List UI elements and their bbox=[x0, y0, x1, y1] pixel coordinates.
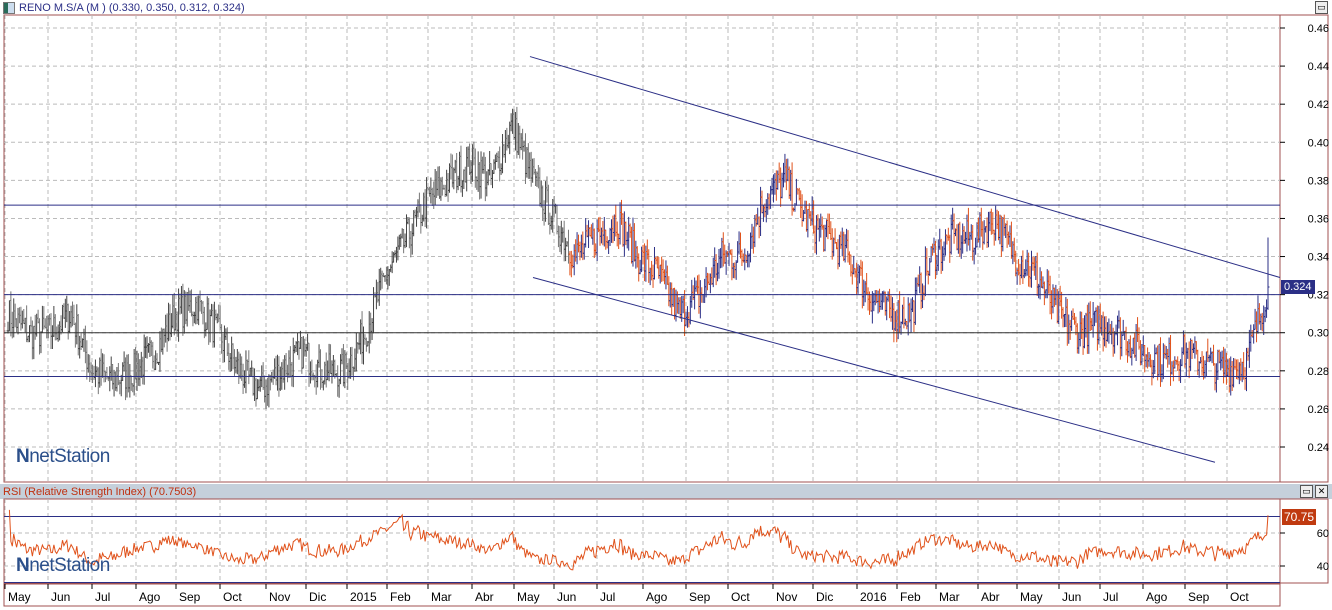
x-tick-label: Jun bbox=[1062, 590, 1081, 604]
x-tick-label: May bbox=[8, 590, 31, 604]
netstation-logo: NnetStation bbox=[16, 446, 110, 467]
x-tick-label: Dic bbox=[816, 590, 833, 604]
x-tick-label: May bbox=[1020, 590, 1043, 604]
x-tick-label: Abr bbox=[981, 590, 1000, 604]
y-tick-label: 0.24 bbox=[1308, 442, 1329, 454]
price-last-label: 0.324 bbox=[1281, 280, 1315, 294]
x-tick-label: Jul bbox=[1103, 590, 1118, 604]
y-tick-label: 0.42 bbox=[1308, 99, 1329, 111]
x-tick-label: Feb bbox=[900, 590, 921, 604]
x-tick-label: Abr bbox=[475, 590, 494, 604]
x-tick-label: Nov bbox=[269, 590, 290, 604]
rsi-last-label: 70.75 bbox=[1282, 509, 1317, 525]
channel-upper-trendline bbox=[529, 56, 1281, 278]
x-tick-label: Mar bbox=[939, 590, 960, 604]
x-tick-label: Ago bbox=[1146, 590, 1168, 604]
x-tick-label: Nov bbox=[776, 590, 797, 604]
x-tick-label: May bbox=[517, 590, 540, 604]
netstation-logo-rsi: NnetStation bbox=[16, 555, 110, 576]
y-tick-label: 0.44 bbox=[1308, 61, 1329, 73]
x-tick-label: Ago bbox=[646, 590, 668, 604]
x-tick-label: Feb bbox=[390, 590, 411, 604]
x-tick-label: Jul bbox=[95, 590, 110, 604]
x-tick-label: Sep bbox=[1188, 590, 1210, 604]
chart-canvas: May Jun Jul Ago Sep Oct Nov Dic 2015 Feb Mar Abr May… bbox=[3, 14, 1329, 607]
x-tick-label: Jun bbox=[51, 590, 70, 604]
y-tick-label: 0.28 bbox=[1308, 366, 1329, 378]
x-tick-label: Ago bbox=[139, 590, 161, 604]
x-tick-label: Dic bbox=[309, 590, 326, 604]
x-tick-label: 2016 bbox=[860, 590, 887, 604]
rsi-y-tick-label: 60 bbox=[1317, 528, 1329, 540]
x-tick-label: Sep bbox=[179, 590, 201, 604]
y-tick-label: 0.26 bbox=[1308, 404, 1329, 416]
x-tick-label: Jul bbox=[600, 590, 615, 604]
x-tick-label: Oct bbox=[1230, 590, 1249, 604]
x-tick-label: 2015 bbox=[350, 590, 377, 604]
x-tick-label: Oct bbox=[223, 590, 242, 604]
y-tick-label: 0.46 bbox=[1308, 23, 1329, 35]
rsi-line bbox=[8, 509, 1269, 571]
y-tick-label: 0.30 bbox=[1308, 328, 1329, 340]
y-tick-label: 0.40 bbox=[1308, 137, 1329, 149]
x-tick-label: Oct bbox=[731, 590, 750, 604]
x-tick-label: Sep bbox=[689, 590, 711, 604]
x-tick-label: Mar bbox=[431, 590, 452, 604]
rsi-y-tick-label: 40 bbox=[1317, 561, 1329, 573]
y-tick-label: 0.36 bbox=[1308, 213, 1329, 225]
y-tick-label: 0.34 bbox=[1308, 252, 1329, 264]
rsi-plot-frame bbox=[3, 498, 1281, 584]
y-tick-label: 0.38 bbox=[1308, 175, 1329, 187]
x-tick-label: Jun bbox=[557, 590, 576, 604]
